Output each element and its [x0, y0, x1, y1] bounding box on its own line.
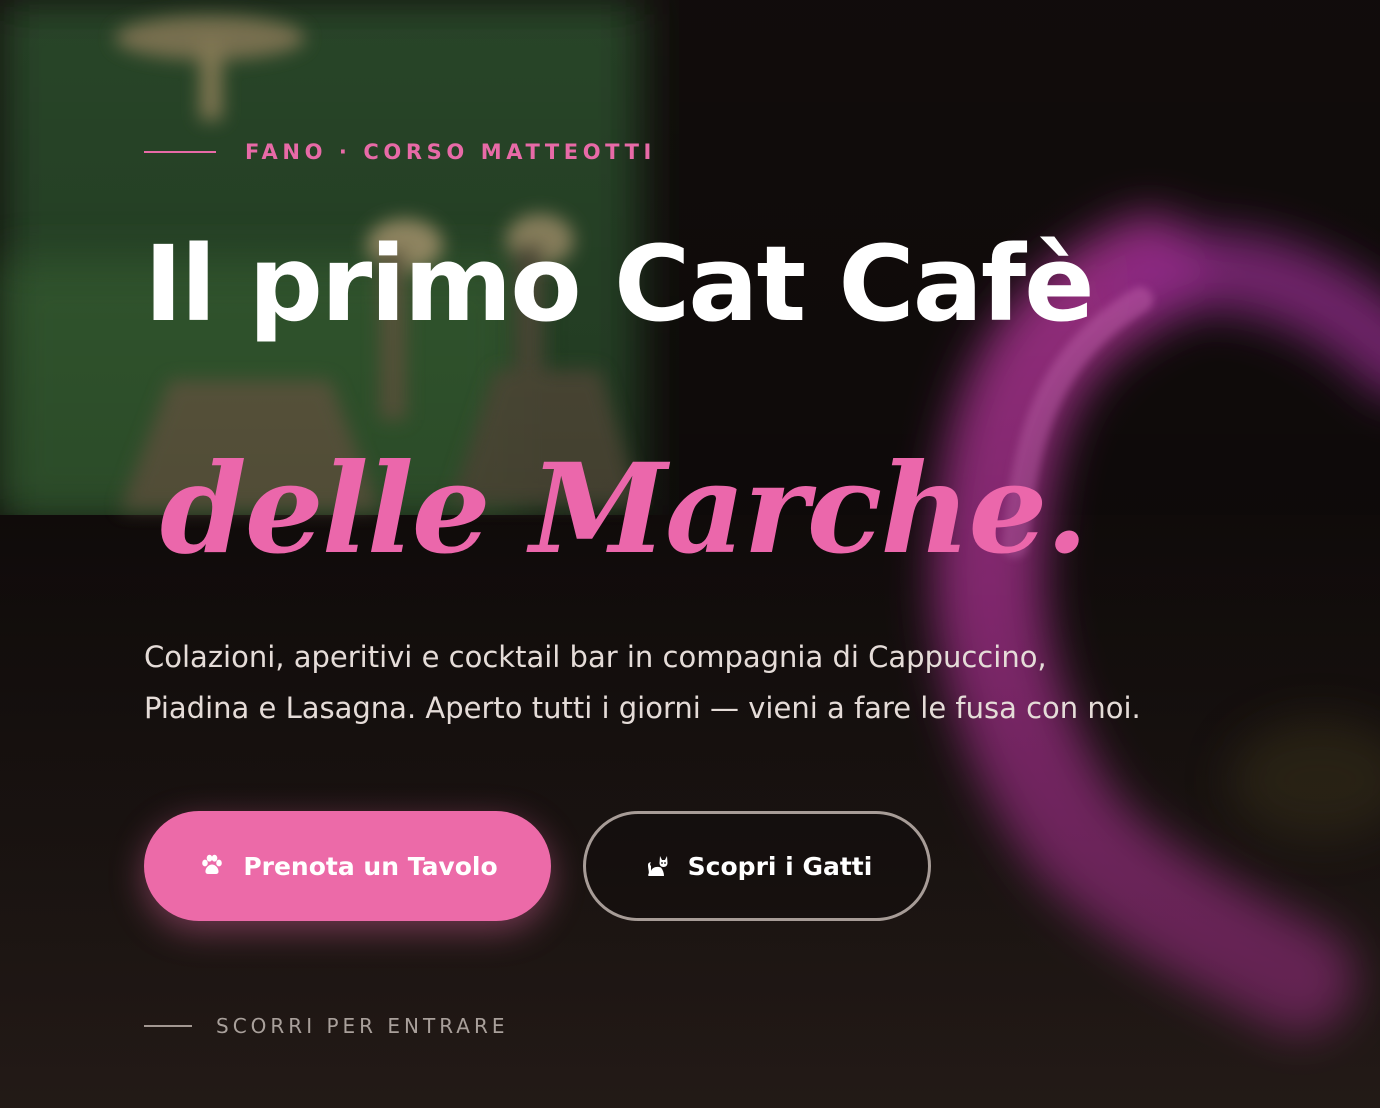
hero-description: Colazioni, aperitivi e cocktail bar in c…: [144, 632, 1244, 734]
book-table-button[interactable]: Prenota un Tavolo: [144, 811, 551, 921]
hero-title: Il primo Cat Cafè: [144, 223, 1095, 345]
cat-icon: [642, 851, 672, 881]
scroll-hint-label: SCORRI PER ENTRARE: [216, 1014, 509, 1038]
hero-title-accent: delle Marche.: [160, 437, 1089, 582]
paw-icon: [197, 851, 227, 881]
discover-cats-button[interactable]: Scopri i Gatti: [583, 811, 931, 921]
hero-description-line-2: Piadina e Lasagna. Aperto tutti i giorni…: [144, 691, 1141, 725]
scroll-hint-divider: [144, 1025, 192, 1027]
scroll-hint: SCORRI PER ENTRARE: [144, 1012, 509, 1040]
hero-description-line-1: Colazioni, aperitivi e cocktail bar in c…: [144, 640, 1047, 674]
location-label: FANO · CORSO MATTEOTTI: [245, 140, 656, 164]
discover-cats-label: Scopri i Gatti: [687, 851, 873, 881]
book-table-label: Prenota un Tavolo: [243, 851, 498, 881]
eyebrow-divider: [144, 151, 216, 153]
location-eyebrow: FANO · CORSO MATTEOTTI: [144, 138, 656, 166]
